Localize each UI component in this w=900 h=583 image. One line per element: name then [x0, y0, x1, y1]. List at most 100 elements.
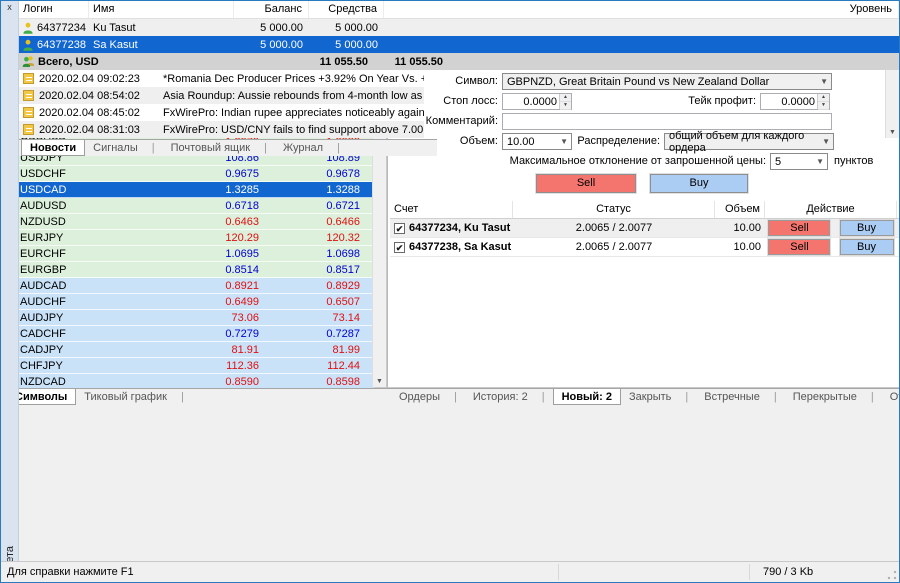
resize-grip[interactable] [886, 569, 898, 581]
account-row[interactable]: 64377238 Sa Kasut 5 000.00 5 000.00 [19, 36, 899, 53]
market-watch-row[interactable]: ▲AUDUSD 0.6718 0.6721 [3, 198, 374, 214]
ask-value: 1.0698 [267, 246, 364, 261]
tab-новый-2[interactable]: Новый: 2 [553, 388, 621, 405]
column-equity[interactable]: Средства [309, 1, 384, 18]
ask-value: 120.32 [267, 230, 364, 245]
ask-value: 1.3288 [267, 182, 364, 197]
market-watch-row[interactable]: ▲EURGBP 0.8514 0.8517 [3, 262, 374, 278]
tab-сигналы[interactable]: Сигналы [85, 140, 162, 155]
scroll-down-icon[interactable]: ▼ [889, 129, 896, 136]
buy-button[interactable]: Buy [650, 174, 748, 193]
spin-down-icon[interactable]: ▼ [560, 102, 571, 110]
tab-почтовый-ящик[interactable]: Почтовый ящик [163, 140, 275, 155]
trade-account-row[interactable]: ✔64377234, Ku Tasut 2.0065 / 2.0077 10.0… [390, 219, 899, 238]
news-row[interactable]: 2020.02.04 09:02:23 *Romania Dec Produce… [17, 70, 424, 87]
tab-закрыть[interactable]: Закрыть [621, 389, 696, 404]
symbol-name: CADJPY [20, 342, 63, 358]
spin-down-icon[interactable]: ▼ [818, 102, 829, 110]
bid-value: 0.8514 [157, 262, 267, 277]
tab-перекрытые[interactable]: Перекрытые [785, 389, 882, 404]
stop-loss-spinner[interactable]: ▲▼ [559, 94, 571, 109]
news-topic: *Romania Dec Producer Prices +3.92% On Y… [157, 73, 424, 85]
news-row[interactable]: 2020.02.04 08:54:02 Asia Roundup: Aussie… [17, 87, 424, 104]
account-checkbox[interactable]: ✔ [394, 223, 405, 234]
account-row[interactable]: 64377234 Ku Tasut 5 000.00 5 000.00 [19, 19, 899, 36]
market-watch-row[interactable]: ▲USDCHF 0.9675 0.9678 [3, 166, 374, 182]
bid-value: 0.6499 [157, 294, 267, 309]
market-watch-row[interactable]: ▼NZDUSD 0.6463 0.6466 [3, 214, 374, 230]
user-icon [22, 22, 34, 34]
account-volume: 10.00 [715, 241, 765, 253]
row-sell-button[interactable]: Sell [768, 239, 830, 255]
spin-up-icon[interactable]: ▲ [560, 94, 571, 102]
ask-value: 73.14 [267, 310, 364, 325]
spin-up-icon[interactable]: ▲ [818, 94, 829, 102]
deviation-suffix: пунктов [834, 155, 884, 167]
take-profit-spinner[interactable]: ▲▼ [817, 94, 829, 109]
account-balance: 5 000.00 [234, 39, 309, 51]
symbol-name: NZDUSD [20, 214, 66, 230]
tab-отложенный-2[interactable]: Отложенный: 2 [882, 389, 900, 404]
trade-accounts-rows: ✔64377234, Ku Tasut 2.0065 / 2.0077 10.0… [390, 219, 899, 257]
market-watch-row[interactable]: ▼EURJPY 120.29 120.32 [3, 230, 374, 246]
symbol-select-value: GBPNZD, Great Britain Pound vs New Zeala… [507, 76, 769, 88]
market-watch-row[interactable]: ▼AUDCHF 0.6499 0.6507 [3, 294, 374, 310]
status-message: Для справки нажмите F1 [1, 566, 134, 578]
news-row[interactable]: 2020.02.04 08:45:02 FxWirePro: Indian ru… [17, 104, 424, 121]
account-volume: 10.00 [715, 222, 765, 234]
column-login[interactable]: Логин [19, 1, 89, 18]
news-time: 2020.02.04 08:54:02 [39, 90, 157, 102]
symbol-name: CADCHF [20, 326, 66, 342]
news-row[interactable]: 2020.02.04 08:31:03 FxWirePro: USD/CNY f… [17, 121, 424, 138]
group-icon [22, 55, 35, 68]
bid-value: 120.29 [157, 230, 267, 245]
market-watch-row[interactable]: ▲CADCHF 0.7279 0.7287 [3, 326, 374, 342]
distribution-select[interactable]: общий объем для каждого ордера ▼ [664, 133, 834, 150]
market-watch-row[interactable]: ▼CHFJPY 112.36 112.44 [3, 358, 374, 374]
column-action[interactable]: Действие [765, 201, 897, 218]
column-level[interactable]: Уровень [384, 1, 899, 18]
symbol-select[interactable]: GBPNZD, Great Britain Pound vs New Zeala… [502, 73, 832, 90]
scroll-down-icon[interactable]: ▼ [376, 378, 383, 385]
sell-button[interactable]: Sell [536, 174, 636, 193]
market-watch-row[interactable]: ▼CADJPY 81.91 81.99 [3, 342, 374, 358]
account-checkbox[interactable]: ✔ [394, 242, 405, 253]
tab-журнал[interactable]: Журнал [275, 140, 348, 155]
tab-новости[interactable]: Новости [21, 139, 85, 156]
bid-value: 0.8921 [157, 278, 267, 293]
accounts-side-strip: x Счета [1, 1, 19, 582]
column-account[interactable]: Счет [390, 201, 513, 218]
stop-loss-input[interactable]: 0.0000 ▲▼ [502, 93, 572, 110]
market-watch-row[interactable]: ▼AUDJPY 73.06 73.14 [3, 310, 374, 326]
row-buy-button[interactable]: Buy [840, 220, 894, 236]
accounts-close-icon[interactable]: x [7, 2, 12, 12]
comment-input[interactable] [502, 113, 832, 130]
market-watch-row[interactable]: ▼AUDCAD 0.8921 0.8929 [3, 278, 374, 294]
account-status: 2.0065 / 2.0077 [513, 241, 715, 253]
row-buy-button[interactable]: Buy [840, 239, 894, 255]
account-status: 2.0065 / 2.0077 [513, 222, 715, 234]
chevron-down-icon: ▼ [822, 137, 830, 146]
user-icon [22, 39, 34, 51]
tab-тиковый-график[interactable]: Тиковый график [76, 389, 192, 404]
news-time: 2020.02.04 08:45:02 [39, 107, 157, 119]
column-name[interactable]: Имя [89, 1, 234, 18]
market-watch-row[interactable]: ▲EURCHF 1.0695 1.0698 [3, 246, 374, 262]
total-label: Всего, USD [38, 56, 99, 68]
ask-value: 0.8929 [267, 278, 364, 293]
account-login: 64377238 [37, 39, 86, 51]
tab-история-2[interactable]: История: 2 [465, 389, 553, 404]
tab-встречные[interactable]: Встречные [696, 389, 784, 404]
column-balance[interactable]: Баланс [234, 1, 309, 18]
volume-value: 10.00 [507, 136, 535, 148]
market-watch-row[interactable]: ▼USDCAD 1.3285 1.3288 [3, 182, 374, 198]
column-status[interactable]: Статус [513, 201, 715, 218]
take-profit-input[interactable]: 0.0000 ▲▼ [760, 93, 830, 110]
tab-ордеры[interactable]: Ордеры [391, 389, 465, 404]
symbol-name: EURCHF [20, 246, 66, 262]
row-sell-button[interactable]: Sell [768, 220, 830, 236]
column-volume[interactable]: Объем [715, 201, 765, 218]
trade-account-row[interactable]: ✔64377238, Sa Kasut 2.0065 / 2.0077 10.0… [390, 238, 899, 257]
deviation-select[interactable]: 5 ▼ [770, 153, 828, 170]
symbol-name: AUDJPY [20, 310, 63, 326]
